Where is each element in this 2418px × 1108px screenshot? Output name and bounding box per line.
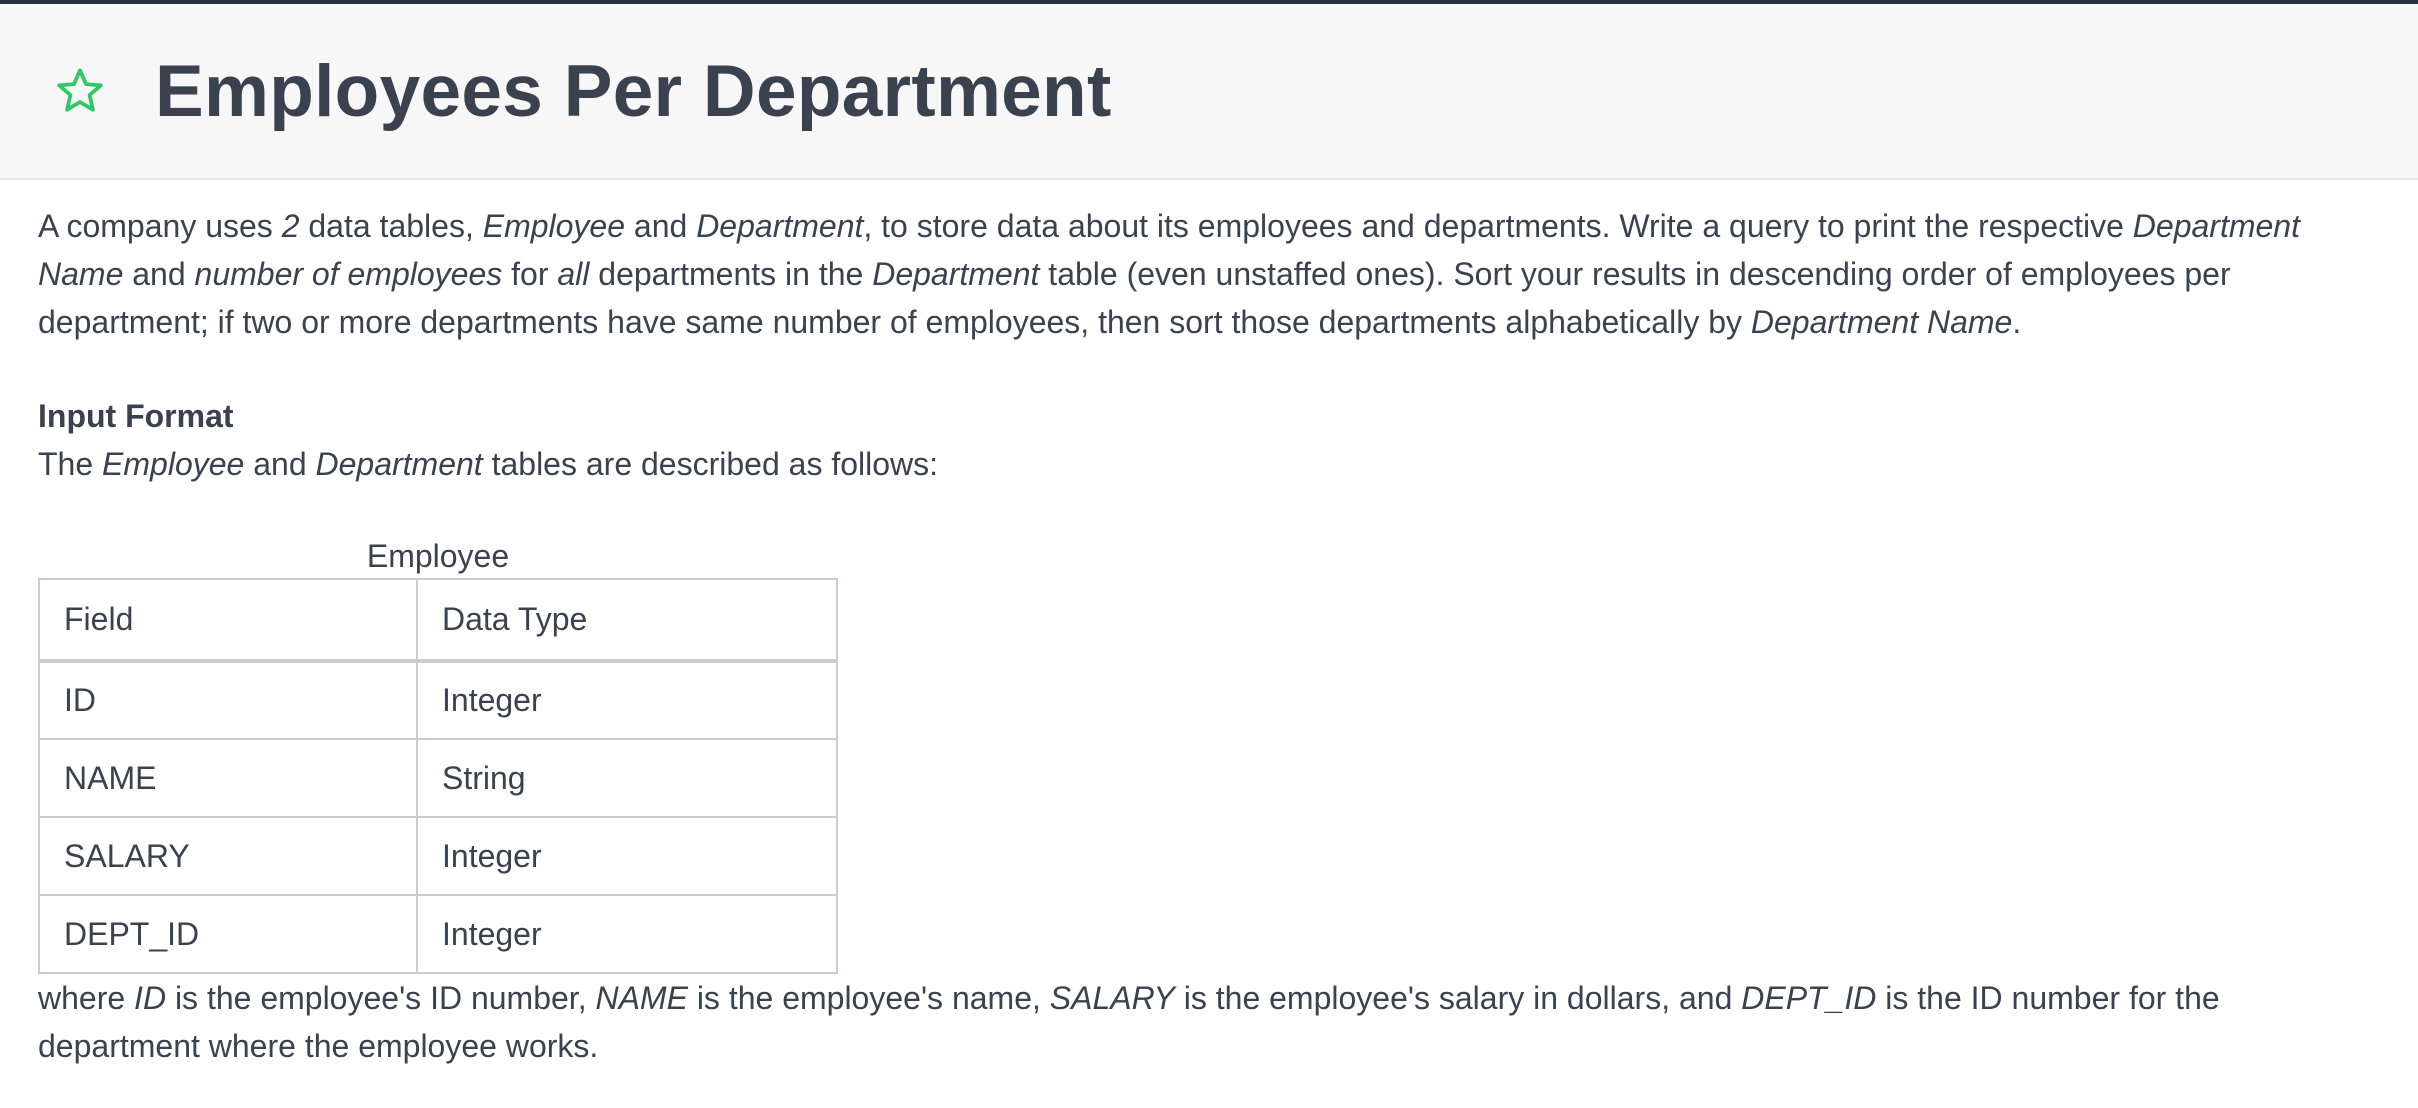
table-row: DEPT_ID Integer [38,894,838,974]
challenge-header: Employees Per Department [0,4,2418,180]
employee-table-caption: Employee [366,538,510,574]
table-row: ID Integer [38,660,838,740]
field-cell: ID [38,660,418,740]
header-field: Field [38,578,418,663]
type-cell: Integer [416,816,838,896]
problem-statement: A company uses 2 data tables, Employee a… [0,202,2418,1070]
input-format-description: The Employee and Department tables are d… [38,446,939,482]
page-title: Employees Per Department [155,50,1112,132]
star-icon[interactable] [53,64,107,118]
table-header-row: Field Data Type [38,578,838,663]
table-row: NAME String [38,738,838,818]
field-description-note: where ID is the employee's ID number, NA… [38,980,2220,1064]
intro-paragraph: A company uses 2 data tables, Employee a… [38,208,2300,340]
header-data-type: Data Type [416,578,838,663]
table-row: SALARY Integer [38,816,838,896]
input-format-heading: Input Format [38,398,234,434]
type-cell: Integer [416,894,838,974]
type-cell: String [416,738,838,818]
field-cell: SALARY [38,816,418,896]
field-cell: NAME [38,738,418,818]
type-cell: Integer [416,660,838,740]
field-cell: DEPT_ID [38,894,418,974]
employee-schema-table: Field Data Type ID Integer NAME String S… [38,578,838,974]
